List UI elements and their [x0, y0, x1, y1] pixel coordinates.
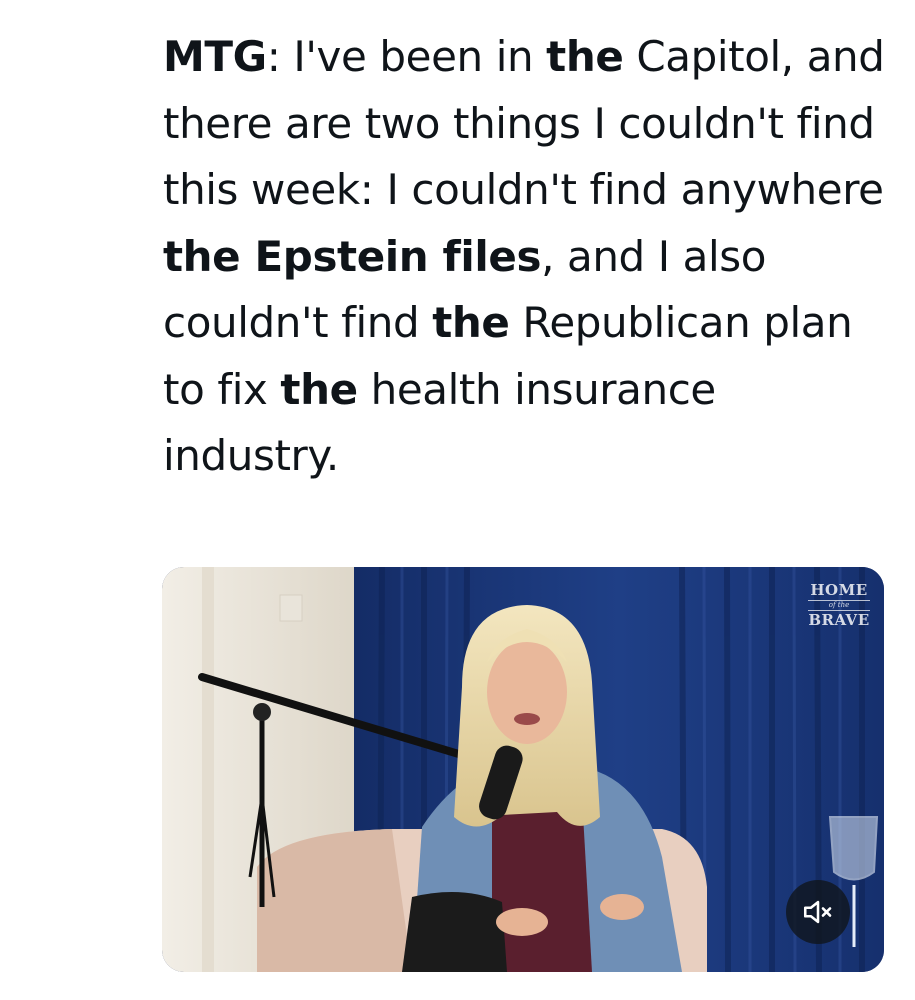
tweet-text: MTG: I've been in the Capitol, and there…	[163, 24, 898, 490]
video-frame	[162, 567, 884, 972]
volume-muted-icon	[803, 900, 832, 924]
watermark-line: of the	[808, 600, 870, 611]
tweet-text-segment: the Epstein files	[163, 231, 542, 281]
tweet-text-segment: : I've been in	[266, 32, 547, 81]
tweet-text-segment: the	[280, 364, 358, 414]
mute-button[interactable]	[786, 880, 850, 944]
video-player[interactable]: HOME of the BRAVE	[162, 567, 884, 972]
watermark-logo: HOME of the BRAVE	[808, 583, 870, 628]
tweet-text-segment: the	[546, 32, 624, 81]
tweet-text-segment: the	[432, 298, 510, 347]
watermark-line: BRAVE	[808, 611, 870, 629]
watermark-line: HOME	[810, 581, 868, 599]
tweet-text-segment: MTG	[163, 32, 267, 81]
